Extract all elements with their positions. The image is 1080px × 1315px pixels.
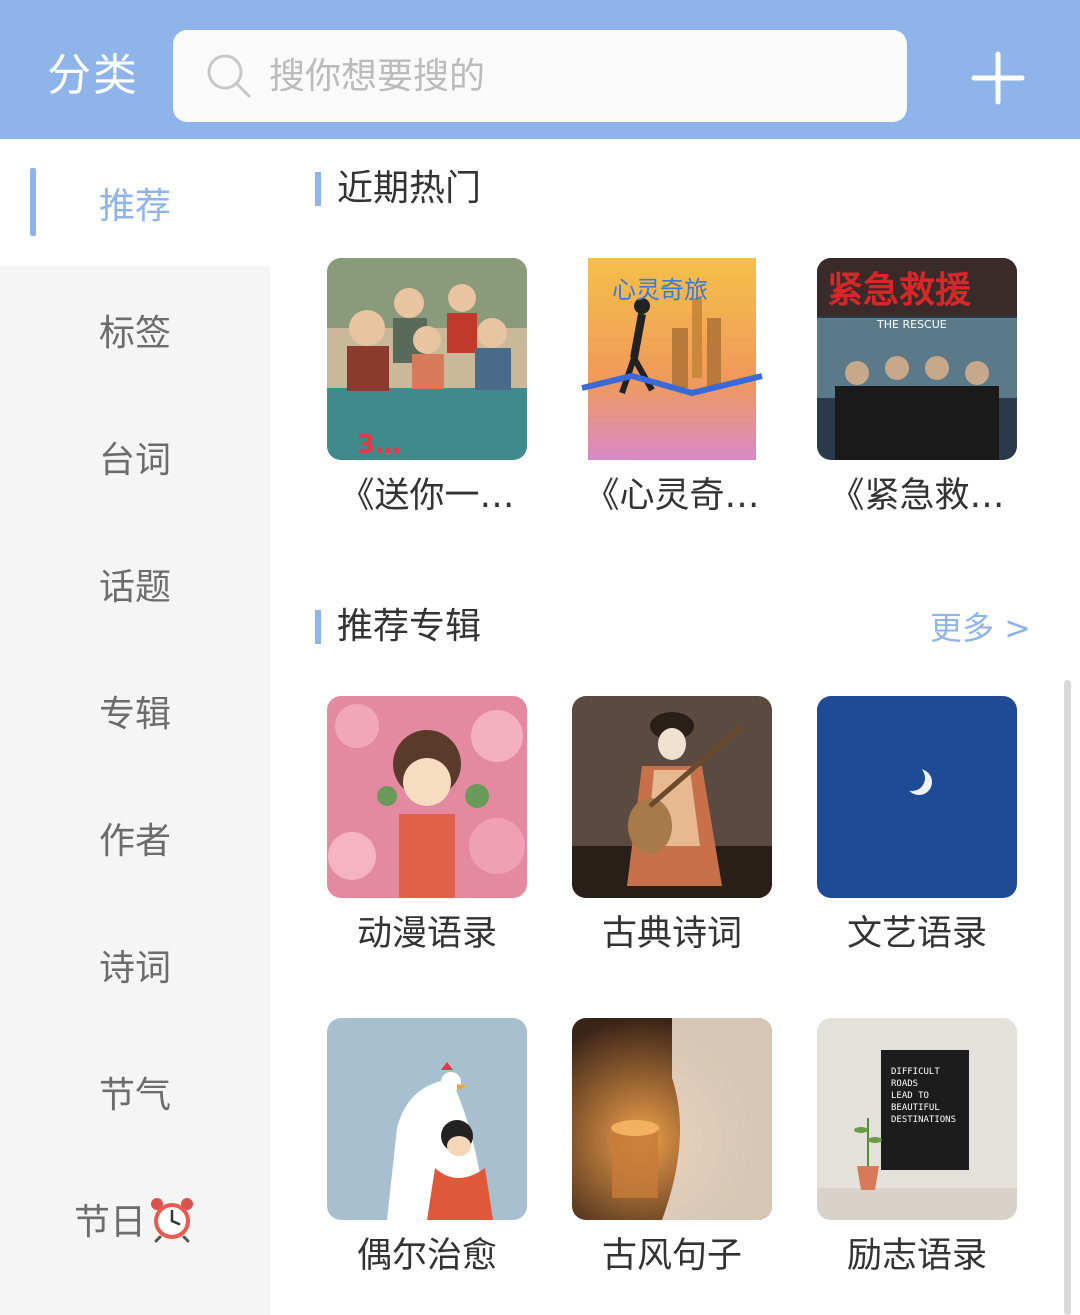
album-cover-image — [817, 696, 1017, 898]
album-cover-image: DIFFICULT ROADS LEAD TO BEAUTIFUL DESTIN… — [817, 1018, 1017, 1220]
sidebar-item-label: 标签 — [98, 312, 171, 354]
section-accent-bar — [315, 610, 321, 644]
section-title-albums: 推荐专辑 — [337, 606, 482, 647]
svg-text:心灵奇旅: 心灵奇旅 — [612, 276, 708, 304]
movie-poster-image: 3… — [327, 258, 527, 460]
album-cover-image — [327, 1018, 527, 1220]
svg-text:LEAD TO: LEAD TO — [891, 1091, 929, 1101]
sidebar-item-label: 专辑 — [98, 693, 171, 735]
page-title: 分类 — [47, 50, 139, 101]
alarm-clock-icon — [151, 1197, 193, 1242]
sidebar-item-label: 作者 — [98, 820, 171, 862]
card-title: 古风句子 — [601, 1236, 742, 1276]
section-title-hot: 近期热门 — [337, 168, 482, 209]
album-cover-image — [572, 1018, 772, 1220]
active-indicator — [30, 168, 36, 236]
album-card-6[interactable]: DIFFICULT ROADS LEAD TO BEAUTIFUL DESTIN… — [817, 1018, 1017, 1276]
album-card-4[interactable]: 偶尔治愈 — [327, 1018, 527, 1276]
hot-card-2[interactable]: 心灵奇旅 《心灵奇… — [572, 258, 772, 516]
svg-text:3…: 3… — [357, 430, 401, 460]
card-title: 偶尔治愈 — [356, 1236, 497, 1276]
sidebar-item-label: 诗词 — [98, 947, 171, 989]
album-card-1[interactable]: 动漫语录 — [327, 696, 527, 954]
sidebar-item-recommend[interactable]: 推荐 — [0, 139, 270, 266]
sidebar-item-poems[interactable]: 诗词 — [0, 901, 270, 1028]
card-title: 《送你一… — [339, 476, 515, 516]
card-title: 古典诗词 — [601, 914, 742, 954]
sidebar-item-solar-terms[interactable]: 节气 — [0, 1028, 270, 1155]
svg-text:THE RESCUE: THE RESCUE — [876, 318, 947, 331]
sidebar-item-label: 节日 — [73, 1201, 146, 1243]
scrollbar[interactable] — [1064, 680, 1071, 1315]
header: 分类 — [0, 0, 1080, 139]
sidebar-item-festivals[interactable]: 节日 — [0, 1155, 270, 1282]
album-cover-image — [327, 696, 527, 898]
svg-text:BEAUTIFUL: BEAUTIFUL — [891, 1103, 940, 1113]
svg-text:DESTINATIONS: DESTINATIONS — [891, 1115, 956, 1125]
album-cover-image — [572, 696, 772, 898]
hot-card-3[interactable]: 紧急救援 THE RESCUE 《紧急救… — [817, 258, 1017, 516]
card-title: 励志语录 — [846, 1236, 987, 1276]
sidebar-item-label: 节气 — [98, 1074, 171, 1116]
album-card-3[interactable]: 文艺语录 — [817, 696, 1017, 954]
sidebar-item-albums[interactable]: 专辑 — [0, 647, 270, 774]
search-icon — [207, 54, 251, 98]
app: 分类 推荐 标签 台词 话题 专辑 — [0, 0, 1080, 1315]
card-title: 文艺语录 — [846, 914, 987, 954]
card-title: 《紧急救… — [829, 476, 1005, 516]
sidebar-item-label: 推荐 — [98, 185, 171, 227]
card-title: 动漫语录 — [356, 914, 497, 954]
album-card-5[interactable]: 古风句子 — [572, 1018, 772, 1276]
movie-poster-image: 紧急救援 THE RESCUE — [817, 258, 1017, 460]
more-link[interactable]: 更多 > — [930, 606, 1031, 650]
album-card-2[interactable]: 古典诗词 — [572, 696, 772, 954]
hot-card-1[interactable]: 3… 《送你一… — [327, 258, 527, 516]
sidebar-item-label: 台词 — [98, 439, 171, 481]
card-title: 《心灵奇… — [584, 476, 760, 516]
sidebar-item-authors[interactable]: 作者 — [0, 774, 270, 901]
plus-icon[interactable] — [968, 48, 1028, 108]
svg-text:ROADS: ROADS — [891, 1079, 918, 1089]
sidebar-item-lines[interactable]: 台词 — [0, 393, 270, 520]
sidebar-item-label: 话题 — [98, 566, 171, 608]
svg-text:DIFFICULT: DIFFICULT — [891, 1067, 940, 1077]
search-bar[interactable] — [173, 30, 907, 122]
sidebar-item-topics[interactable]: 话题 — [0, 520, 270, 647]
sidebar-item-tags[interactable]: 标签 — [0, 266, 270, 393]
sidebar: 推荐 标签 台词 话题 专辑 作者 诗词 节气 节日 — [0, 139, 270, 1315]
section-accent-bar — [315, 172, 321, 206]
svg-text:紧急救援: 紧急救援 — [827, 270, 972, 311]
movie-poster-image: 心灵奇旅 — [572, 258, 772, 460]
search-input[interactable] — [269, 44, 869, 108]
